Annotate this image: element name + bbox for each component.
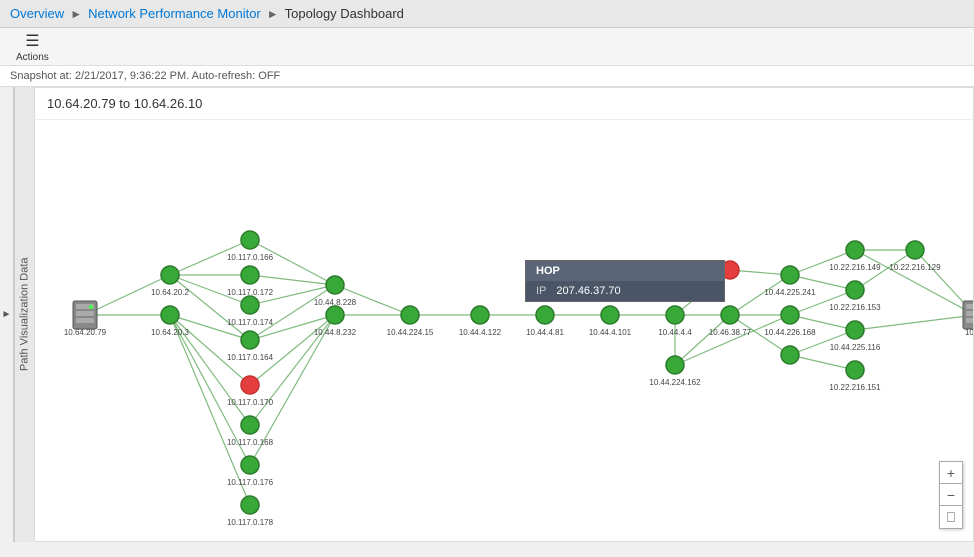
breadcrumb-overview[interactable]: Overview [10, 6, 64, 21]
topology-panel: 10.64.20.79 to 10.64.26.10 10.64.20.7910… [34, 87, 974, 542]
topology-svg: 10.64.20.79 10.64.20.2 10.64.20.3 10.117.0.… [35, 120, 973, 539]
panel-collapse-arrow[interactable]: ► [0, 87, 14, 542]
toolbar: ☰ Actions [0, 28, 974, 66]
hop-ip-key: IP [536, 285, 546, 297]
svg-text:10.64.20.79: 10.64.20.79 [64, 328, 107, 337]
snapshot-text: Snapshot at: 2/21/2017, 9:36:22 PM. Auto… [10, 70, 280, 82]
side-panel-label: Path Visualization Data [14, 87, 34, 542]
svg-text:10.46.38.77: 10.46.38.77 [709, 328, 752, 337]
svg-text:10.44.224.15: 10.44.224.15 [387, 328, 434, 337]
svg-text:10.117.0.174: 10.117.0.174 [227, 318, 274, 327]
svg-text:10.44.4.4: 10.44.4.4 [658, 328, 692, 337]
path-title: 10.64.20.79 to 10.64.26.10 [35, 88, 973, 120]
svg-text:10.64.20.3: 10.64.20.3 [151, 328, 189, 337]
svg-text:10.117.0.166: 10.117.0.166 [227, 253, 274, 262]
svg-text:10.44.225.116: 10.44.225.116 [830, 343, 881, 352]
hop-tooltip-ip-row: IP 207.46.37.70 [526, 281, 724, 301]
svg-text:10.44.4.122: 10.44.4.122 [459, 328, 502, 337]
breadcrumb: Overview ► Network Performance Monitor ►… [0, 0, 974, 28]
zoom-out-button[interactable]: − [940, 484, 962, 506]
svg-text:10.44.226.168: 10.44.226.168 [764, 328, 816, 337]
svg-text:10.22.216.153: 10.22.216.153 [829, 303, 881, 312]
svg-text:10.117.0.164: 10.117.0.164 [227, 353, 274, 362]
svg-text:10.64.20.2: 10.64.20.2 [151, 288, 189, 297]
svg-text:10.64: 10.64 [965, 328, 973, 337]
breadcrumb-sep-2: ► [267, 7, 279, 21]
svg-text:10.44.4.101: 10.44.4.101 [589, 328, 632, 337]
svg-text:10.117.0.176: 10.117.0.176 [227, 478, 274, 487]
svg-text:10.22.216.151: 10.22.216.151 [829, 383, 881, 392]
hop-ip-value: 207.46.37.70 [556, 285, 620, 297]
main-content: ► Path Visualization Data 10.64.20.79 to… [0, 87, 974, 542]
svg-text:10.117.0.168: 10.117.0.168 [227, 438, 274, 447]
svg-text:10.44.4.81: 10.44.4.81 [526, 328, 564, 337]
breadcrumb-npm[interactable]: Network Performance Monitor [88, 6, 261, 21]
breadcrumb-topology: Topology Dashboard [285, 6, 404, 21]
svg-text:10.117.0.178: 10.117.0.178 [227, 518, 274, 527]
svg-text:10.44.8.232: 10.44.8.232 [314, 328, 357, 337]
svg-text:10.117.0.170: 10.117.0.170 [227, 398, 274, 407]
actions-button[interactable]: ☰ Actions [10, 29, 55, 65]
svg-text:10.44.225.241: 10.44.225.241 [764, 288, 816, 297]
topology-canvas[interactable]: 10.64.20.79 10.64.20.2 10.64.20.3 10.117.0.… [35, 120, 973, 539]
svg-text:10.22.216.129: 10.22.216.129 [889, 263, 941, 272]
snapshot-bar: Snapshot at: 2/21/2017, 9:36:22 PM. Auto… [0, 66, 974, 87]
zoom-controls: + − ⎕ [939, 461, 963, 529]
actions-icon: ☰ [25, 31, 39, 51]
zoom-fit-button[interactable]: ⎕ [940, 506, 962, 528]
hop-tooltip-header: HOP [526, 261, 724, 281]
svg-text:10.44.224.162: 10.44.224.162 [649, 378, 701, 387]
breadcrumb-sep-1: ► [70, 7, 82, 21]
hop-tooltip: HOP IP 207.46.37.70 [525, 260, 725, 302]
actions-label: Actions [16, 52, 49, 63]
zoom-in-button[interactable]: + [940, 462, 962, 484]
svg-text:10.22.216.149: 10.22.216.149 [829, 263, 881, 272]
